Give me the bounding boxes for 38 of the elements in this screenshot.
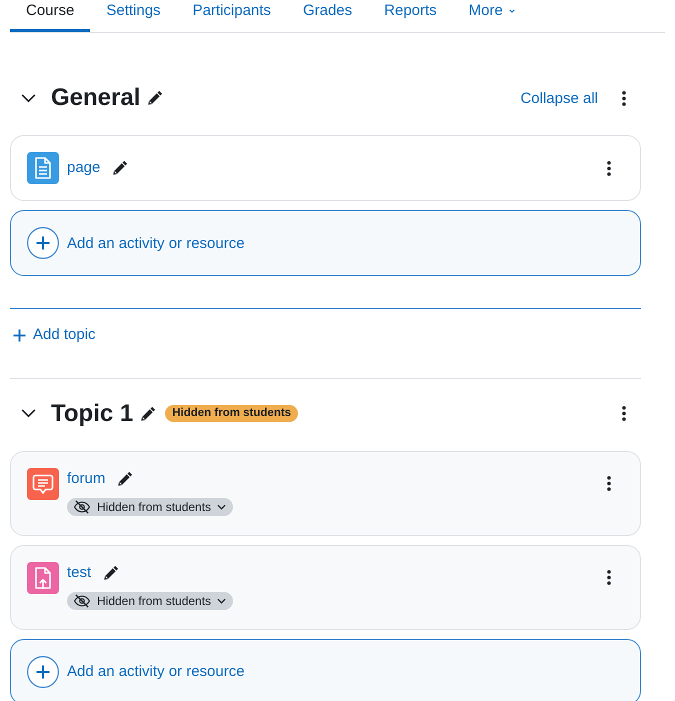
kebab-menu-icon[interactable]	[622, 90, 626, 106]
nav-tab[interactable]: Participants	[176, 0, 287, 32]
nav-tab[interactable]: Course	[10, 0, 90, 32]
nav-tab[interactable]: Settings	[90, 0, 177, 32]
pencil-icon[interactable]	[147, 90, 164, 106]
hidden-badge: Hidden from students	[165, 405, 298, 422]
visibility-badge[interactable]: Hidden from students	[67, 592, 234, 610]
chevron-down-icon	[217, 598, 226, 604]
collapse-all-link[interactable]: Collapse all	[520, 90, 598, 106]
kebab-menu-icon[interactable]	[607, 570, 611, 585]
kebab-menu-icon[interactable]	[622, 406, 626, 421]
section-title: Topic 1	[51, 398, 134, 428]
add-topic-link[interactable]: Add topic	[13, 325, 96, 345]
eye-slash-icon	[73, 594, 91, 608]
activity-link[interactable]: forum	[67, 468, 106, 490]
activity-link[interactable]: test	[67, 562, 92, 584]
pencil-icon[interactable]	[117, 470, 134, 486]
chevron-down-icon	[217, 504, 226, 510]
nav-tab[interactable]: More	[452, 0, 531, 32]
plus-circle-icon	[27, 656, 59, 688]
nav-tab[interactable]: Grades	[286, 0, 368, 32]
add-activity-button[interactable]: Add an activity or resource	[10, 638, 641, 701]
section-title: General	[51, 83, 140, 113]
plus-icon	[13, 328, 26, 342]
chevron-down-icon[interactable]	[20, 409, 36, 418]
visibility-badge[interactable]: Hidden from students	[67, 498, 234, 516]
eye-slash-icon	[73, 500, 91, 514]
caret-icon	[508, 9, 515, 13]
add-activity-button[interactable]: Add an activity or resource	[10, 210, 641, 276]
chevron-down-icon[interactable]	[20, 94, 36, 102]
pencil-icon[interactable]	[112, 160, 128, 176]
pencil-icon[interactable]	[103, 564, 120, 580]
plus-circle-icon	[27, 227, 59, 259]
pencil-icon[interactable]	[140, 406, 156, 422]
nav-tab[interactable]: Reports	[368, 0, 453, 32]
kebab-menu-icon[interactable]	[607, 160, 611, 176]
activity-link[interactable]: page	[67, 157, 100, 179]
kebab-menu-icon[interactable]	[607, 476, 611, 491]
